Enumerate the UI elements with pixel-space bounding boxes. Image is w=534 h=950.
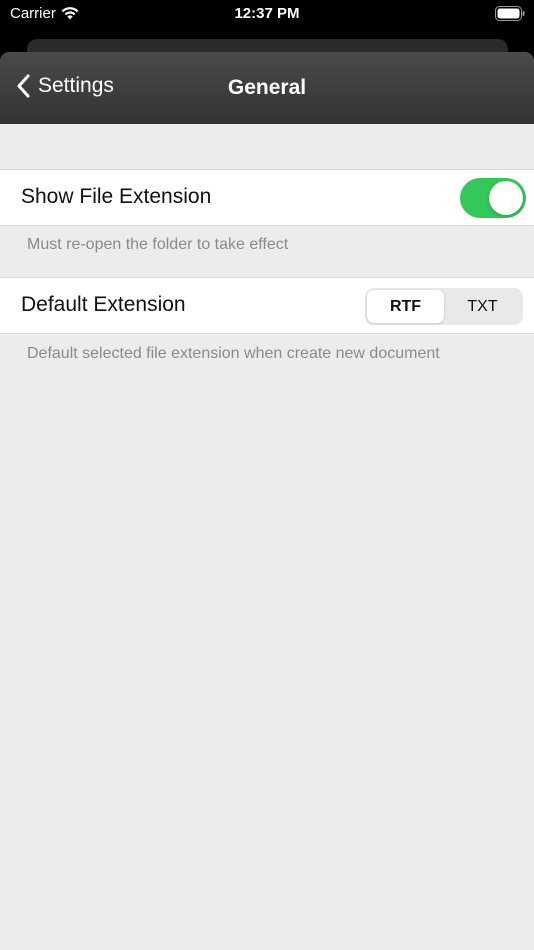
show-file-extension-toggle[interactable] [460, 178, 526, 218]
page-title: General [227, 76, 307, 99]
battery-icon [495, 6, 525, 21]
toggle-knob [489, 181, 523, 215]
show-file-extension-row: Show File Extension [0, 169, 534, 226]
screen: Carrier 12:37 PM Settings General Show F… [0, 0, 534, 950]
segment-rtf[interactable]: RTF [367, 290, 444, 323]
navigation-bar: Settings General [0, 52, 534, 124]
status-bar: Carrier 12:37 PM [0, 0, 534, 30]
clock: 12:37 PM [234, 5, 300, 22]
show-file-extension-label: Show File Extension [21, 185, 212, 208]
default-extension-segmented-control: RTF TXT [365, 288, 523, 325]
settings-sheet: Settings General Show File Extension Mus… [0, 52, 534, 950]
default-extension-row: Default Extension RTF TXT [0, 277, 534, 334]
segment-txt[interactable]: TXT [444, 290, 521, 323]
default-extension-label: Default Extension [21, 293, 186, 316]
default-extension-note: Default selected file extension when cre… [27, 345, 440, 362]
show-file-extension-note: Must re-open the folder to take effect [27, 236, 289, 253]
